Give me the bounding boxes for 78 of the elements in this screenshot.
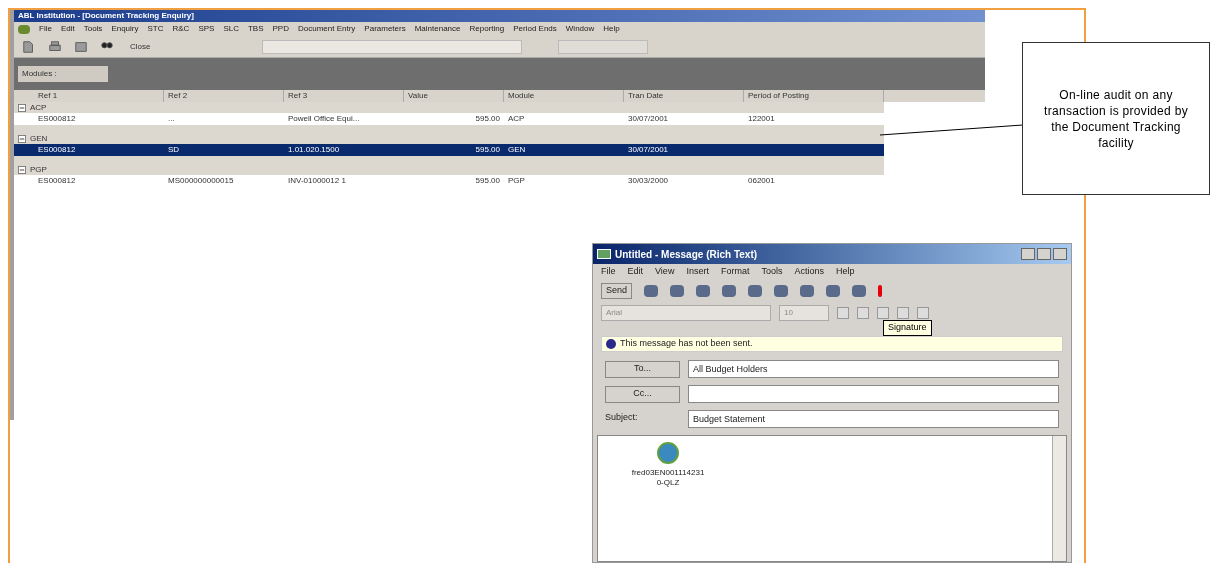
collapse-icon[interactable] <box>18 165 26 174</box>
menu-item[interactable]: Insert <box>686 265 709 279</box>
modules-field[interactable]: Modules : <box>18 66 108 82</box>
menu-item[interactable]: R&C <box>172 23 190 35</box>
close-button[interactable]: Close <box>126 40 155 53</box>
table-cell-text: Powell Office Equi... <box>287 113 361 125</box>
window-title: ABL Institution - [Document Tracking Enquiry] <box>18 12 194 20</box>
table-cell-text: 30/07/2001 <box>627 144 670 156</box>
menu-item[interactable]: Period Ends <box>513 23 557 35</box>
menu-item[interactable]: STC <box>147 23 164 35</box>
table-cell-text: INV-01000012 1 <box>287 175 347 187</box>
menu-item[interactable]: Window <box>565 23 595 35</box>
menu-item[interactable]: Enquiry <box>111 23 139 35</box>
menu-item[interactable]: Tools <box>83 23 103 35</box>
table-cell-text: ES000812 <box>37 113 77 125</box>
menu-item[interactable]: Document Entry <box>298 23 356 35</box>
attachment-name: fred03EN001114231 <box>631 468 705 478</box>
scrollbar[interactable] <box>1052 436 1066 561</box>
menu-item[interactable]: View <box>655 265 675 279</box>
menu-item[interactable]: Format <box>720 265 750 279</box>
table-cell-text: 595.00 <box>474 175 501 187</box>
menu-item[interactable]: Reporting <box>469 23 505 35</box>
recipient-button[interactable]: To... <box>605 360 680 378</box>
table-cell-text: GEN <box>507 144 527 156</box>
table-row[interactable]: ES000812 SD 1.01.020.1500 595.00 GEN 30/07/2001 <box>14 144 884 156</box>
attachment-icon <box>657 442 679 464</box>
table-cell-text: 122001 <box>747 113 776 125</box>
menu-item[interactable]: Edit <box>60 23 75 35</box>
table-cell-text: SD <box>167 144 181 156</box>
minimize-button[interactable] <box>1021 248 1035 260</box>
menu-item[interactable]: Tools <box>761 265 783 279</box>
info-message: This message has not been sent. <box>620 337 753 351</box>
table-cell-text: 1.01.020.1500 <box>287 144 341 156</box>
table-cell-text: 062001 <box>747 175 776 187</box>
subject-field[interactable]: Budget Statement <box>688 410 1059 428</box>
collapse-icon[interactable] <box>18 134 26 143</box>
menu-item[interactable]: Maintenance <box>414 23 461 35</box>
page-icon[interactable] <box>22 39 36 54</box>
table-cell-text: ES000812 <box>37 144 77 156</box>
message-body[interactable]: fred03EN001114231 0-QLZ <box>597 435 1067 562</box>
menu-item[interactable]: Help <box>835 265 855 279</box>
table-cell-text: 595.00 <box>474 144 501 156</box>
menu-item[interactable]: File <box>601 265 616 279</box>
group-label: GEN <box>30 132 48 145</box>
recipient-button[interactable]: Cc... <box>605 385 680 403</box>
to-field[interactable]: All Budget Holders <box>688 360 1059 378</box>
callout-text: On-line audit on any transaction is provided by the Document Tracking facility <box>1043 86 1189 151</box>
menu-item[interactable]: Edit <box>627 265 644 279</box>
attachment-name: 0-QLZ <box>656 478 680 488</box>
menu-item[interactable]: SLC <box>223 23 239 35</box>
maximize-button[interactable] <box>1037 248 1051 260</box>
menu-item[interactable]: Help <box>603 23 620 35</box>
window-icon[interactable] <box>74 39 88 54</box>
table-cell-text: 30/03/2000 <box>627 175 670 187</box>
envelope-icon <box>597 249 611 259</box>
menu-item[interactable]: Parameters <box>364 23 406 35</box>
table-cell-text: MS000000000015 <box>167 175 235 187</box>
menu-item[interactable]: SPS <box>198 23 215 35</box>
send-button[interactable]: Send <box>601 283 633 299</box>
table-cell-text: ACP <box>507 113 526 125</box>
menu-item[interactable]: File <box>39 23 52 35</box>
table-cell-text: ... <box>167 113 176 125</box>
window-title: Untitled - Message (Rich Text) <box>615 247 758 262</box>
group-label: ACP <box>30 101 47 114</box>
table-cell-text: PGP <box>507 175 526 187</box>
cc-field[interactable] <box>688 385 1059 403</box>
group-label: PGP <box>30 163 47 176</box>
collapse-icon[interactable] <box>18 103 26 112</box>
menu-item[interactable]: PPD <box>272 23 289 35</box>
table-cell-text: 595.00 <box>474 113 501 125</box>
close-button[interactable] <box>1053 248 1067 260</box>
field-label: Subject: <box>605 410 639 424</box>
menu-item[interactable]: Actions <box>794 265 824 279</box>
table-cell-text: ES000812 <box>37 175 77 187</box>
menu-item[interactable]: TBS <box>247 23 264 35</box>
table-cell-text: 30/07/2001 <box>627 113 670 125</box>
tooltip: Signature <box>883 320 932 336</box>
info-icon <box>606 339 616 349</box>
